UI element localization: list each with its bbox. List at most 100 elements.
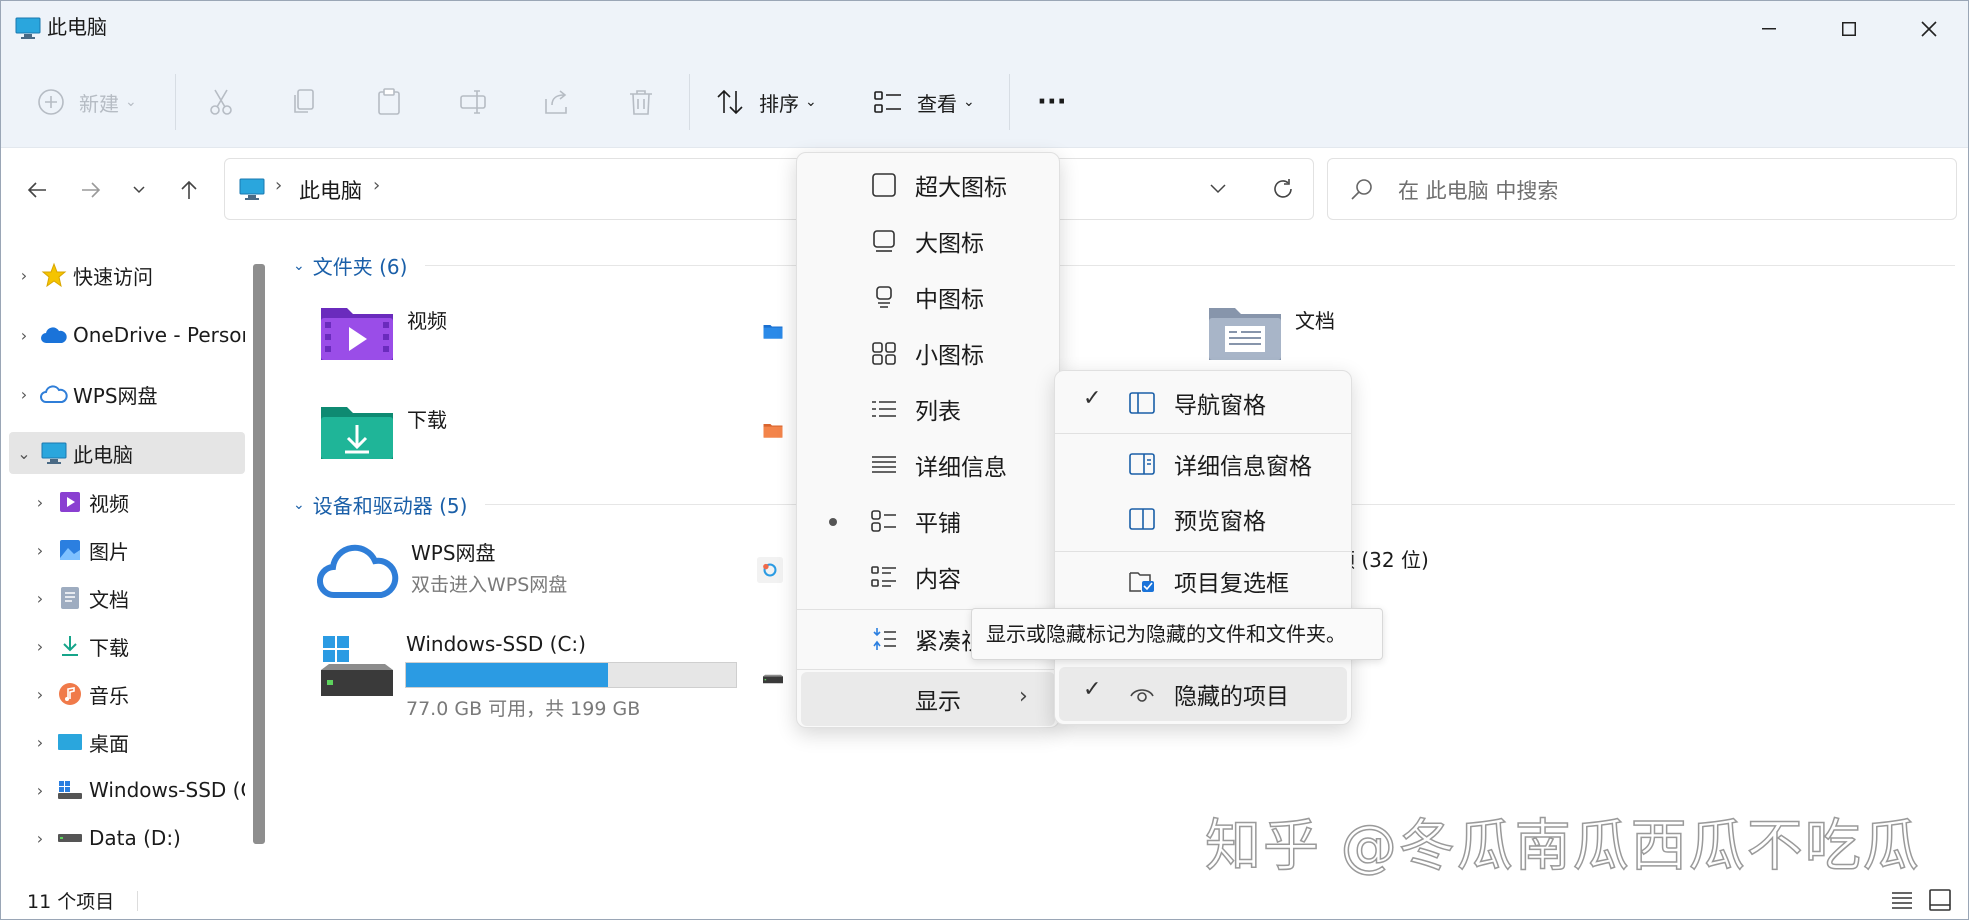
menu-item-list[interactable]: 列表 <box>801 382 1055 436</box>
new-label: 新建 <box>79 91 119 116</box>
menu-item-large-icons[interactable]: 大图标 <box>801 214 1055 268</box>
desktop-icon <box>55 728 85 756</box>
status-bar: 11 个项目 <box>1 879 1968 919</box>
menu-label: 详细信息窗格 <box>1174 454 1312 480</box>
menu-item-hidden-items[interactable]: ✓ 隐藏的项目 <box>1059 667 1347 721</box>
minimize-button[interactable] <box>1729 1 1809 56</box>
recent-locations-button[interactable] <box>119 170 159 210</box>
maximize-button[interactable] <box>1809 1 1889 56</box>
chevron-right-icon[interactable]: › <box>25 589 55 608</box>
drive-icon <box>55 776 85 804</box>
up-button[interactable] <box>169 170 209 210</box>
menu-item-tiles[interactable]: 平铺 <box>801 494 1055 548</box>
folder-music-partial[interactable] <box>763 399 783 461</box>
menu-item-medium-icons[interactable]: 中图标 <box>801 270 1055 324</box>
wps-cloud-icon <box>39 380 69 408</box>
menu-item-item-checkboxes[interactable]: 项目复选框 <box>1059 554 1347 608</box>
folder-documents[interactable]: 文档 <box>1207 300 1335 362</box>
new-button[interactable]: 新建 ⌄ <box>37 76 137 128</box>
sidebar-item-pictures[interactable]: › 图片 <box>25 529 245 571</box>
cut-icon <box>210 89 232 115</box>
chevron-right-icon[interactable]: › <box>25 829 55 848</box>
search-input[interactable]: 在 此电脑 中搜索 <box>1327 158 1957 220</box>
sidebar-item-music[interactable]: › 音乐 <box>25 673 245 715</box>
more-options-button[interactable]: ··· <box>1037 76 1067 128</box>
menu-label: 预览窗格 <box>1174 509 1266 535</box>
sidebar-item-desktop[interactable]: › 桌面 <box>25 721 245 763</box>
breadcrumb[interactable]: 此电脑 <box>299 175 362 205</box>
menu-item-details[interactable]: 详细信息 <box>801 438 1055 492</box>
sidebar-item-videos[interactable]: › 视频 <box>25 481 245 523</box>
menu-item-small-icons[interactable]: 小图标 <box>801 326 1055 380</box>
app-icon-partial[interactable] <box>757 531 783 609</box>
sidebar-item-quick-access[interactable]: › 快速访问 <box>9 254 245 296</box>
wps-cloud-drive[interactable]: WPS网盘 双击进入WPS网盘 <box>317 539 567 601</box>
menu-label: 大图标 <box>915 231 984 257</box>
menu-item-extra-large-icons[interactable]: 超大图标 <box>801 158 1055 212</box>
forward-button[interactable] <box>71 170 111 210</box>
drive-c[interactable] <box>317 634 397 700</box>
folder-downloads[interactable]: 下载 <box>319 399 447 461</box>
sidebar-item-wps[interactable]: › WPS网盘 <box>9 373 245 415</box>
chevron-right-icon[interactable]: › <box>25 733 55 752</box>
close-button[interactable] <box>1889 1 1968 56</box>
copy-button[interactable] <box>290 76 320 128</box>
windows-drive-icon <box>321 636 393 696</box>
details-view-icon[interactable] <box>1891 891 1913 909</box>
back-button[interactable] <box>17 170 57 210</box>
folder-pictures-partial[interactable] <box>763 300 783 362</box>
sidebar-item-onedrive[interactable]: › OneDrive - Personal <box>9 314 245 356</box>
menu-item-preview-pane[interactable]: 预览窗格 <box>1059 492 1347 546</box>
breadcrumb-chevron-icon[interactable]: › <box>373 175 380 196</box>
chevron-down-icon: ⌄ <box>293 257 305 274</box>
rename-button[interactable] <box>458 76 488 128</box>
group-title: 设备和驱动器 (5) <box>312 494 468 518</box>
chevron-right-icon[interactable]: › <box>25 685 55 704</box>
sidebar-item-documents[interactable]: › 文档 <box>25 577 245 619</box>
paste-button[interactable] <box>374 76 404 128</box>
chevron-right-icon[interactable]: › <box>25 781 55 800</box>
devices-group-header[interactable]: ⌄ 设备和驱动器 (5) <box>293 490 467 519</box>
drive-subtitle: 77.0 GB 可用，共 199 GB <box>406 698 641 720</box>
menu-label: 项目复选框 <box>1174 571 1289 597</box>
drive-icon <box>55 824 85 852</box>
sidebar-item-this-pc[interactable]: ⌄ 此电脑 <box>9 432 245 474</box>
sidebar-item-drive-c[interactable]: › Windows-SSD (C:) <box>25 769 245 811</box>
menu-item-show[interactable]: 显示 › <box>801 672 1055 726</box>
sidebar-item-drive-d[interactable]: › Data (D:) <box>25 817 245 859</box>
view-icon <box>874 91 901 113</box>
cut-button[interactable] <box>206 76 236 128</box>
trash-icon <box>630 90 652 115</box>
sort-button[interactable]: 排序 ⌄ <box>715 76 817 128</box>
tiles-view-icon[interactable] <box>1929 889 1951 911</box>
menu-item-details-pane[interactable]: 详细信息窗格 <box>1059 437 1347 491</box>
show-submenu: ✓ 导航窗格 详细信息窗格 预览窗格 项目复选框 ✓ 隐藏的项目 <box>1054 370 1352 725</box>
wps-cloud-icon <box>317 544 399 599</box>
delete-button[interactable] <box>626 76 656 128</box>
chevron-right-icon[interactable]: › <box>9 385 39 404</box>
chevron-right-icon[interactable]: › <box>25 541 55 560</box>
new-plus-icon <box>38 89 64 115</box>
chevron-down-icon[interactable]: ⌄ <box>9 444 39 463</box>
chevron-right-icon[interactable]: › <box>9 266 39 285</box>
share-button[interactable] <box>542 76 572 128</box>
sidebar-item-label: 视频 <box>89 491 129 516</box>
folder-videos[interactable]: 视频 <box>319 300 447 362</box>
chevron-right-icon[interactable]: › <box>9 326 39 345</box>
address-bar[interactable]: › 此电脑 › <box>224 158 1314 220</box>
sidebar-scrollbar[interactable] <box>253 264 265 844</box>
folders-group-header[interactable]: ⌄ 文件夹 (6) <box>293 251 407 280</box>
view-button[interactable]: 查看 ⌄ <box>873 76 975 128</box>
refresh-icon[interactable] <box>1271 177 1295 201</box>
sidebar-item-downloads[interactable]: › 下载 <box>25 625 245 667</box>
drive-d-partial[interactable] <box>763 659 783 699</box>
chevron-right-icon[interactable]: › <box>25 637 55 656</box>
checkmark-icon: ✓ <box>1083 677 1102 702</box>
chevron-right-icon[interactable]: › <box>25 493 55 512</box>
drive-icon <box>763 674 783 684</box>
address-dropdown-icon[interactable] <box>1209 183 1227 195</box>
menu-item-navigation-pane[interactable]: ✓ 导航窗格 <box>1059 376 1347 430</box>
selected-bullet-icon <box>829 518 837 526</box>
drive-usage-fill <box>406 663 609 687</box>
menu-item-content[interactable]: 内容 <box>801 550 1055 604</box>
